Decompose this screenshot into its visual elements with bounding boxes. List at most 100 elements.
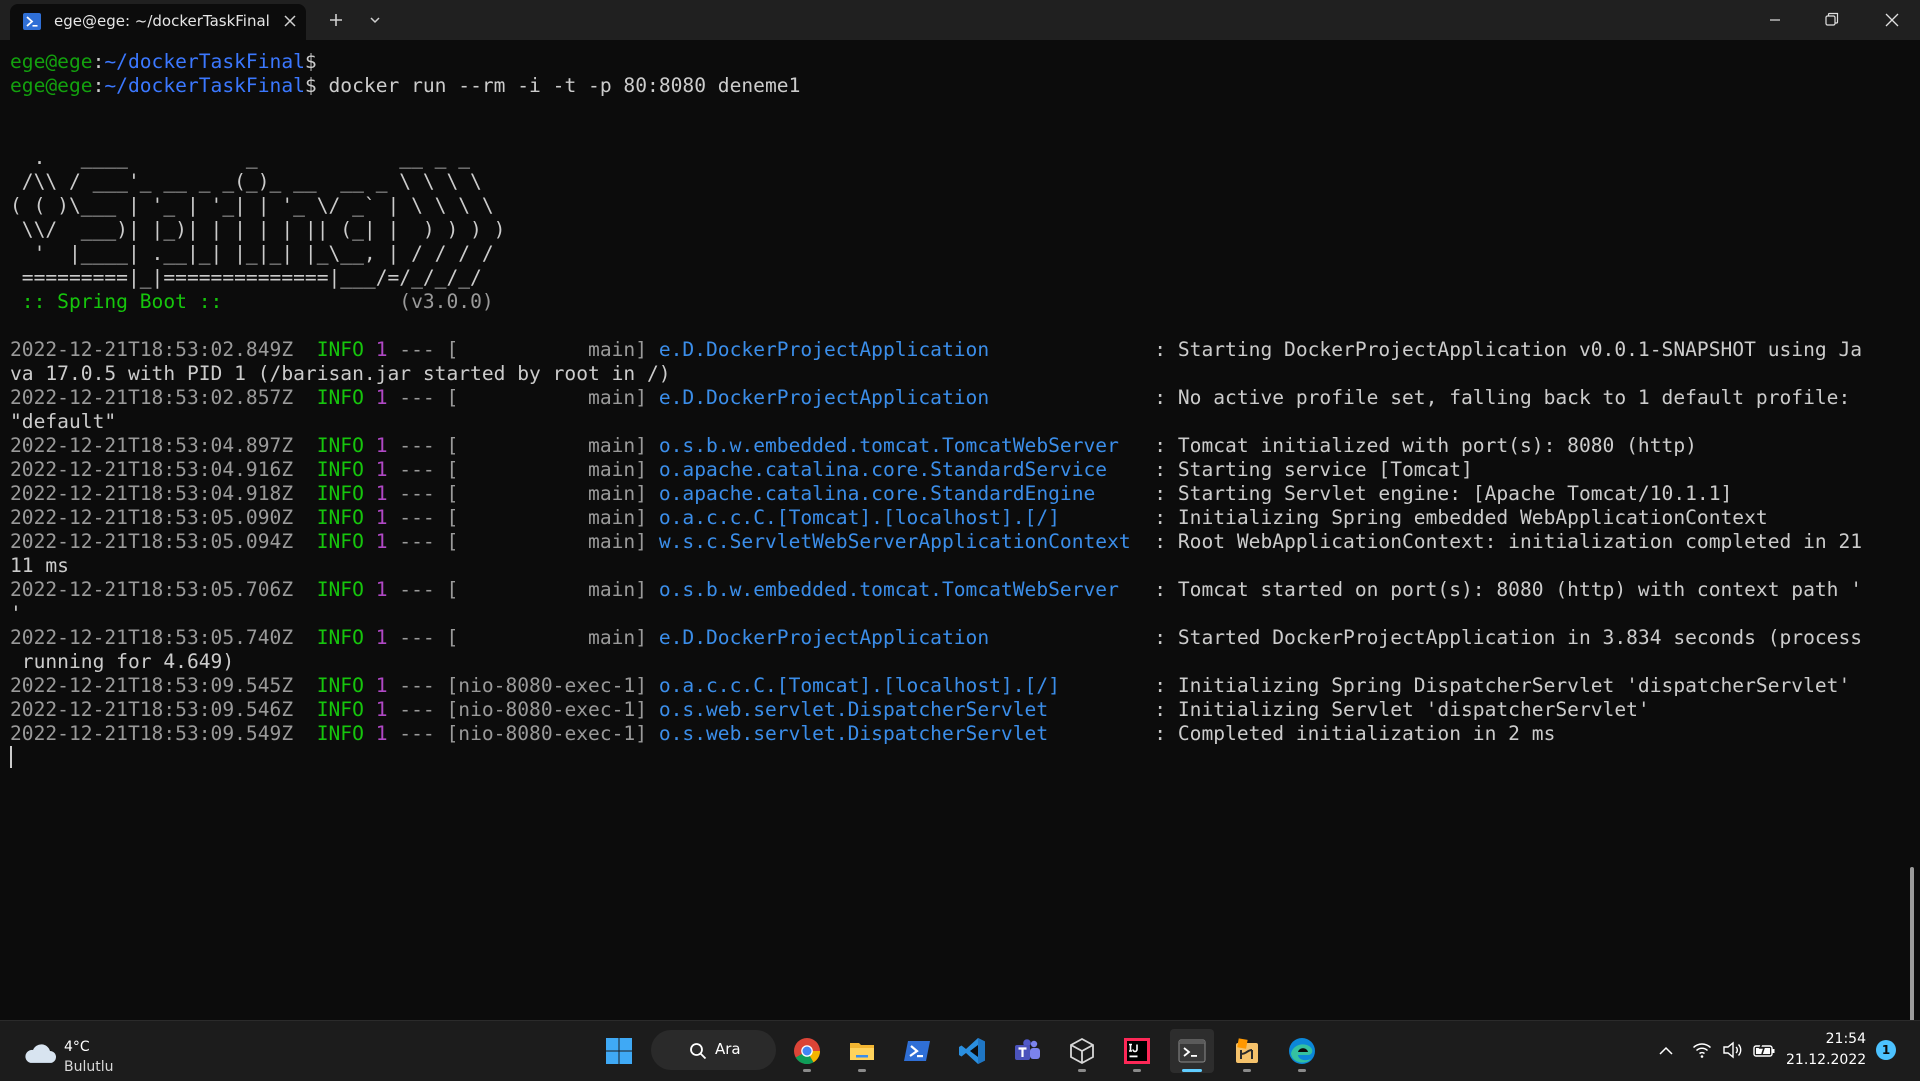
terminal-window[interactable]: ege@ege:~/dockerTaskFinal$ ege@ege:~/doc… (0, 40, 1920, 1027)
log-logger: e.D.DockerProjectApplication (658, 626, 1143, 649)
log-colon: : (1142, 434, 1178, 457)
log-logger: o.a.c.c.C.[Tomcat].[localhost].[/] (658, 506, 1143, 529)
log-thread-open: [ (434, 626, 459, 649)
log-spacer (364, 506, 376, 529)
minimize-button[interactable] (1747, 0, 1803, 40)
weather-temperature: 4°C (64, 1039, 90, 1055)
log-colon: : (1142, 458, 1178, 481)
taskbar-app-powershell[interactable] (895, 1029, 939, 1073)
log-timestamp: 2022-12-21T18:53:02.849Z (10, 338, 294, 361)
close-tab-icon[interactable] (278, 9, 302, 33)
log-pid: 1 (375, 722, 388, 745)
spring-banner-line: =========|_|==============|___/=/_/_/_/ (10, 266, 482, 289)
log-thread: main (458, 386, 636, 409)
taskbar-app-sublime-merge[interactable] (1225, 1029, 1269, 1073)
taskbar-app-file-explorer[interactable] (840, 1029, 884, 1073)
log-spacer (293, 674, 317, 697)
log-spacer (364, 674, 376, 697)
sublime-merge-icon (1236, 1038, 1258, 1063)
prompt-user: ege@ege (10, 74, 93, 97)
log-thread-close: ] (635, 698, 659, 721)
edge-icon (1289, 1038, 1315, 1064)
prompt-separator: : (92, 50, 105, 73)
log-thread-open: [ (434, 578, 459, 601)
search-button[interactable]: Ara (651, 1030, 776, 1070)
log-timestamp: 2022-12-21T18:53:05.094Z (10, 530, 294, 553)
virtualbox-icon (1070, 1037, 1094, 1065)
log-pid: 1 (375, 578, 388, 601)
log-thread-close: ] (635, 434, 659, 457)
start-button[interactable] (597, 1029, 641, 1073)
log-spacer (293, 578, 317, 601)
chevron-up-icon[interactable] (1656, 1041, 1676, 1061)
log-thread: main (458, 482, 636, 505)
log-logger: e.D.DockerProjectApplication (658, 338, 1143, 361)
log-level: INFO (316, 530, 364, 553)
log-spacer (364, 578, 376, 601)
taskbar-app-vscode[interactable] (950, 1029, 994, 1073)
running-indicator (1078, 1069, 1086, 1072)
weather-widget[interactable]: 4°C Bulutlu (18, 1029, 168, 1075)
vscode-icon (959, 1038, 985, 1064)
taskbar-app-virtualbox[interactable] (1060, 1029, 1104, 1073)
title-bar: ege@ege: ~/dockerTaskFinal (0, 0, 1920, 40)
notification-badge[interactable]: 1 (1876, 1040, 1896, 1060)
new-tab-button[interactable] (322, 8, 350, 32)
log-pid: 1 (375, 386, 388, 409)
log-spacer (388, 458, 400, 481)
log-thread-open: [ (434, 458, 459, 481)
spring-boot-label: :: Spring Boot :: (10, 290, 235, 313)
log-thread-close: ] (635, 458, 659, 481)
volume-icon[interactable] (1722, 1040, 1744, 1060)
taskbar-app-intellij[interactable] (1115, 1029, 1159, 1073)
log-spacer (293, 626, 317, 649)
log-timestamp: 2022-12-21T18:53:09.545Z (10, 674, 294, 697)
log-thread-open: [ (434, 434, 459, 457)
log-spacer (364, 698, 376, 721)
close-window-button[interactable] (1864, 0, 1920, 40)
log-thread: main (458, 506, 636, 529)
battery-icon[interactable] (1752, 1040, 1776, 1060)
log-spacer (293, 482, 317, 505)
spring-banner-line: /\\ / ___'_ __ _ _(_)_ __ __ _ \ \ \ \ (10, 170, 482, 193)
log-logger: o.s.b.w.embedded.tomcat.TomcatWebServer (658, 578, 1143, 601)
restore-button[interactable] (1803, 0, 1859, 40)
log-separator: --- (399, 578, 435, 601)
log-thread: main (458, 578, 636, 601)
log-spacer (364, 626, 376, 649)
running-indicator (1133, 1069, 1141, 1072)
log-thread-open: [ (434, 386, 459, 409)
log-colon: : (1142, 722, 1178, 745)
log-logger: o.s.web.servlet.DispatcherServlet (658, 698, 1143, 721)
log-message: Tomcat started on port(s): 8080 (http) w… (1177, 578, 1863, 601)
taskbar-app-edge[interactable] (1280, 1029, 1324, 1073)
clock-date[interactable]: 21.12.2022 (1786, 1052, 1866, 1068)
log-pid: 1 (375, 506, 388, 529)
log-message-continued: running for 4.649) (10, 650, 235, 673)
wifi-icon[interactable] (1692, 1040, 1712, 1060)
log-thread-open: [ (434, 674, 459, 697)
log-pid: 1 (375, 458, 388, 481)
taskbar-app-teams[interactable] (1005, 1029, 1049, 1073)
log-thread-open: [ (434, 338, 459, 361)
clock-time[interactable]: 21:54 (1800, 1031, 1866, 1047)
tab-terminal[interactable]: ege@ege: ~/dockerTaskFinal (10, 4, 306, 40)
log-level: INFO (316, 578, 364, 601)
log-level: INFO (316, 434, 364, 457)
active-indicator (1182, 1069, 1202, 1072)
scrollbar[interactable] (1910, 867, 1914, 1027)
log-message: Root WebApplicationContext: initializati… (1177, 530, 1863, 553)
log-thread-close: ] (635, 578, 659, 601)
log-colon: : (1142, 674, 1178, 697)
taskbar-app-terminal[interactable] (1170, 1029, 1214, 1073)
log-message: Completed initialization in 2 ms (1177, 722, 1556, 745)
log-timestamp: 2022-12-21T18:53:02.857Z (10, 386, 294, 409)
prompt-symbol: $ (304, 74, 317, 97)
log-colon: : (1142, 386, 1178, 409)
chevron-down-icon[interactable] (363, 8, 387, 32)
log-thread-open: [ (434, 506, 459, 529)
log-spacer (364, 386, 376, 409)
taskbar-app-chrome[interactable] (785, 1029, 829, 1073)
log-separator: --- (399, 698, 435, 721)
log-logger: o.a.c.c.C.[Tomcat].[localhost].[/] (658, 674, 1143, 697)
